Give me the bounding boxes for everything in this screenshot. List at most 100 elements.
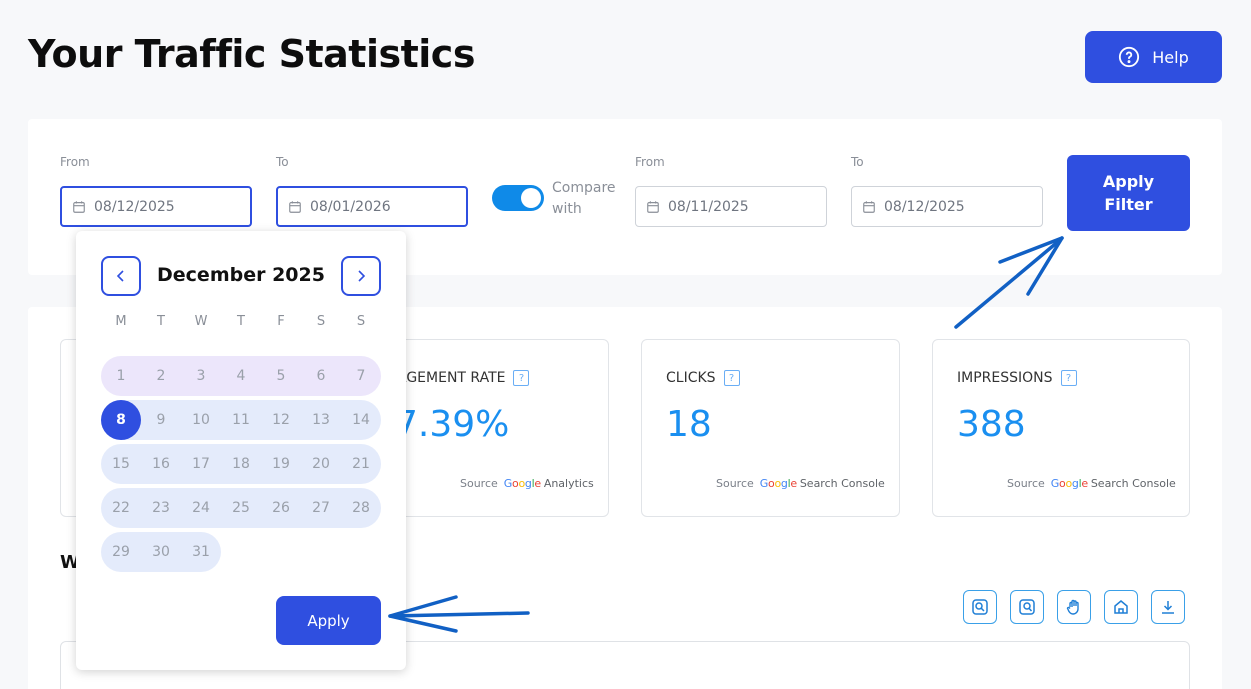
pan-icon <box>1066 599 1079 615</box>
calendar-day-selected[interactable]: 8 <box>101 400 141 440</box>
zoom-out-icon <box>1019 599 1035 615</box>
to-date-input[interactable]: 08/01/2026 <box>276 186 468 227</box>
stat-card-engagement-rate: AGEMENT RATE ? 7.39% Source Google Analy… <box>380 339 609 517</box>
question-icon[interactable]: ? <box>723 370 740 386</box>
stat-card-impressions: IMPRESSIONS ? 388 Source Google Search C… <box>932 339 1190 517</box>
zoom-out-button[interactable] <box>1010 590 1044 624</box>
compare-to-label: To <box>851 155 864 169</box>
card-title: AGEMENT RATE ? <box>397 370 530 386</box>
help-button[interactable]: Help <box>1085 31 1222 83</box>
calendar-day[interactable]: 1 <box>101 356 141 396</box>
calendar-day[interactable]: 26 <box>261 488 301 528</box>
from-date-value: 08/12/2025 <box>94 198 175 215</box>
source-product: Search Console <box>799 477 885 490</box>
page-title: Your Traffic Statistics <box>28 32 475 76</box>
card-value: 18 <box>666 404 712 445</box>
calendar-day[interactable]: 18 <box>221 444 261 484</box>
chart-toolbar <box>963 590 1185 624</box>
chevron-right-icon <box>358 270 366 282</box>
calendar-icon <box>73 200 85 213</box>
calendar-day[interactable]: 11 <box>221 400 261 440</box>
card-source: Source Google Search Console <box>716 477 885 490</box>
weekday-label: S <box>316 314 326 329</box>
card-source: Source Google Search Console <box>1007 477 1176 490</box>
calendar-day[interactable]: 30 <box>141 532 181 572</box>
calendar-apply-button[interactable]: Apply <box>276 596 381 645</box>
calendar-day[interactable]: 19 <box>261 444 301 484</box>
weekday-label: S <box>356 314 366 329</box>
calendar-day[interactable]: 9 <box>141 400 181 440</box>
calendar-day[interactable]: 13 <box>301 400 341 440</box>
apply-filter-button[interactable]: Apply Filter <box>1067 155 1190 231</box>
source-label: Source <box>1007 477 1045 490</box>
compare-label: Compare with <box>552 180 616 217</box>
calendar-day[interactable]: 3 <box>181 356 221 396</box>
compare-to-date-input[interactable]: 08/12/2025 <box>851 186 1043 227</box>
calendar-day[interactable]: 14 <box>341 400 381 440</box>
to-date-value: 08/01/2026 <box>310 198 391 215</box>
card-source: Source Google Analytics <box>460 477 594 490</box>
calendar-day[interactable]: 24 <box>181 488 221 528</box>
weekday-label: F <box>277 314 285 329</box>
pan-button[interactable] <box>1057 590 1091 624</box>
calendar-icon <box>289 200 301 213</box>
calendar-day[interactable]: 17 <box>181 444 221 484</box>
question-circle-icon <box>1119 46 1140 68</box>
source-logo: Google Search Console <box>1051 477 1176 490</box>
calendar-day[interactable]: 23 <box>141 488 181 528</box>
calendar-day[interactable]: 16 <box>141 444 181 484</box>
to-label: To <box>276 155 289 169</box>
calendar-day[interactable]: 31 <box>181 532 221 572</box>
calendar-day[interactable]: 5 <box>261 356 301 396</box>
next-month-button[interactable] <box>341 256 381 296</box>
source-label: Source <box>716 477 754 490</box>
calendar-day[interactable]: 28 <box>341 488 381 528</box>
card-title-label: IMPRESSIONS <box>957 370 1053 386</box>
calendar-day[interactable]: 20 <box>301 444 341 484</box>
calendar-day[interactable]: 4 <box>221 356 261 396</box>
compare-to-date-value: 08/12/2025 <box>884 198 965 215</box>
google-logo: Google <box>759 477 797 490</box>
calendar-day[interactable]: 2 <box>141 356 181 396</box>
toggle-knob <box>521 188 541 208</box>
calendar-day[interactable]: 22 <box>101 488 141 528</box>
calendar-icon <box>647 200 659 213</box>
from-date-input[interactable]: 08/12/2025 <box>60 186 252 227</box>
home-button[interactable] <box>1104 590 1138 624</box>
source-product: Search Console <box>1090 477 1176 490</box>
calendar-day[interactable]: 25 <box>221 488 261 528</box>
from-label: From <box>60 155 90 169</box>
stat-card-clicks: CLICKS ? 18 Source Google Search Console <box>641 339 900 517</box>
google-logo: Google <box>1050 477 1088 490</box>
weekday-label: T <box>237 314 245 329</box>
source-product: Analytics <box>543 477 594 490</box>
calendar-day[interactable]: 6 <box>301 356 341 396</box>
source-label: Source <box>460 477 498 490</box>
compare-toggle[interactable] <box>492 185 544 211</box>
calendar-day[interactable]: 15 <box>101 444 141 484</box>
calendar-icon <box>863 200 875 213</box>
home-icon <box>1114 600 1128 614</box>
source-logo: Google Search Console <box>760 477 885 490</box>
card-title: IMPRESSIONS ? <box>957 370 1077 386</box>
zoom-in-button[interactable] <box>963 590 997 624</box>
google-logo: Google <box>503 477 541 490</box>
calendar-day[interactable]: 10 <box>181 400 221 440</box>
card-value: 7.39% <box>395 404 510 445</box>
calendar-day[interactable]: 27 <box>301 488 341 528</box>
calendar-day[interactable]: 29 <box>101 532 141 572</box>
compare-from-date-input[interactable]: 08/11/2025 <box>635 186 827 227</box>
zoom-in-icon <box>972 599 988 615</box>
compare-from-label: From <box>635 155 665 169</box>
question-icon[interactable]: ? <box>513 370 530 386</box>
calendar-day[interactable]: 12 <box>261 400 301 440</box>
weekday-label: W <box>194 314 208 329</box>
calendar-day[interactable]: 21 <box>341 444 381 484</box>
download-button[interactable] <box>1151 590 1185 624</box>
compare-from-date-value: 08/11/2025 <box>668 198 749 215</box>
question-icon[interactable]: ? <box>1060 370 1077 386</box>
calendar-day[interactable]: 7 <box>341 356 381 396</box>
weekday-label: T <box>157 314 165 329</box>
card-title-label: CLICKS <box>666 370 716 386</box>
source-logo: Google Analytics <box>504 477 594 490</box>
